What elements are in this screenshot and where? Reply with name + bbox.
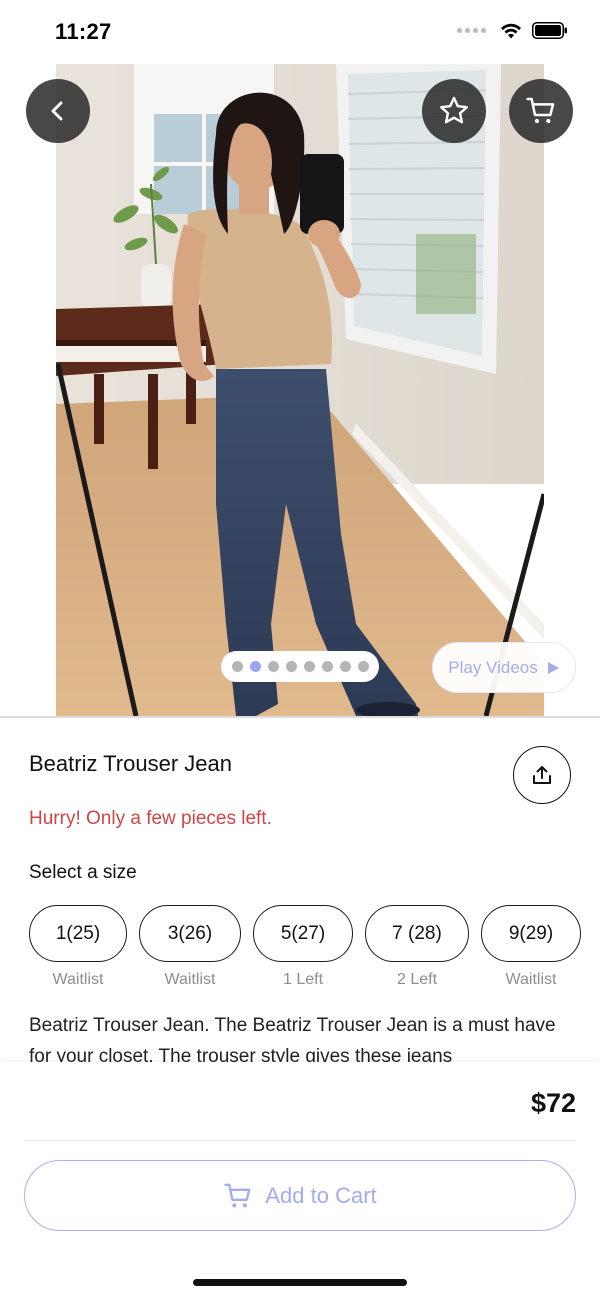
- wifi-icon: [501, 23, 521, 38]
- stock-urgency-message: Hurry! Only a few pieces left.: [29, 808, 272, 829]
- play-videos-button[interactable]: Play Videos: [432, 642, 576, 693]
- pager-dot[interactable]: [285, 661, 297, 672]
- back-button[interactable]: [26, 79, 90, 143]
- status-icons: [457, 22, 568, 39]
- pager-dot-active[interactable]: [249, 661, 261, 672]
- product-photo-illustration: [56, 64, 544, 716]
- size-availability: 2 Left: [396, 971, 438, 988]
- product-gallery[interactable]: Play Videos: [0, 64, 600, 716]
- pager-dot[interactable]: [321, 661, 333, 672]
- status-time: 11:27: [55, 19, 112, 44]
- battery-icon: [532, 22, 567, 39]
- chevron-left-icon: [51, 101, 63, 121]
- size-option[interactable]: 5(27) 1 Left: [253, 905, 353, 989]
- cart-button[interactable]: [509, 79, 573, 143]
- size-availability: Waitlist: [52, 971, 104, 988]
- product-photo: [56, 64, 544, 716]
- size-selector[interactable]: 1(25) Waitlist 3(26) Waitlist 5(27) 1 Le…: [29, 905, 600, 993]
- favorite-button[interactable]: [422, 79, 486, 143]
- add-to-cart-label: Add to Cart: [265, 1182, 377, 1208]
- footer-divider: [24, 1140, 576, 1141]
- pager-dot[interactable]: [267, 661, 279, 672]
- pager-dot[interactable]: [303, 661, 315, 672]
- share-button[interactable]: [513, 746, 571, 804]
- share-icon: [533, 766, 551, 784]
- size-option[interactable]: 1(25) Waitlist: [29, 905, 127, 989]
- star-icon: [440, 96, 468, 124]
- size-availability: 1 Left: [282, 971, 324, 988]
- size-option[interactable]: 3(26) Waitlist: [139, 905, 241, 989]
- play-icon: [547, 661, 559, 674]
- size-pill[interactable]: 9(29): [481, 905, 581, 962]
- gallery-pager[interactable]: [221, 651, 379, 682]
- play-videos-label: Play Videos: [448, 657, 538, 677]
- size-pill[interactable]: 3(26): [139, 905, 241, 962]
- size-availability: Waitlist: [505, 971, 557, 988]
- pager-dot[interactable]: [231, 661, 243, 672]
- pager-dot[interactable]: [357, 661, 369, 672]
- product-price: $72: [530, 1088, 576, 1118]
- size-option[interactable]: 7 (28) 2 Left: [365, 905, 469, 989]
- product-title: Beatriz Trouser Jean: [29, 751, 232, 776]
- cart-icon: [224, 1183, 251, 1207]
- size-option[interactable]: 9(29) Waitlist: [481, 905, 581, 989]
- select-size-label: Select a size: [29, 862, 137, 883]
- size-pill[interactable]: 1(25): [29, 905, 127, 962]
- product-description: Beatriz Trouser Jean. The Beatriz Trouse…: [29, 1015, 556, 1063]
- pager-dot[interactable]: [339, 661, 351, 672]
- status-bar: 11:27: [0, 0, 600, 64]
- gallery-divider: [0, 716, 600, 718]
- add-to-cart-button[interactable]: Add to Cart: [24, 1160, 576, 1231]
- size-pill[interactable]: 5(27): [253, 905, 353, 962]
- cart-icon: [526, 97, 555, 124]
- size-pill[interactable]: 7 (28): [365, 905, 469, 962]
- size-availability: Waitlist: [164, 971, 216, 988]
- purchase-footer: $72 Add to Cart: [0, 1062, 600, 1299]
- home-indicator[interactable]: [193, 1279, 407, 1286]
- signal-icon: [457, 28, 486, 33]
